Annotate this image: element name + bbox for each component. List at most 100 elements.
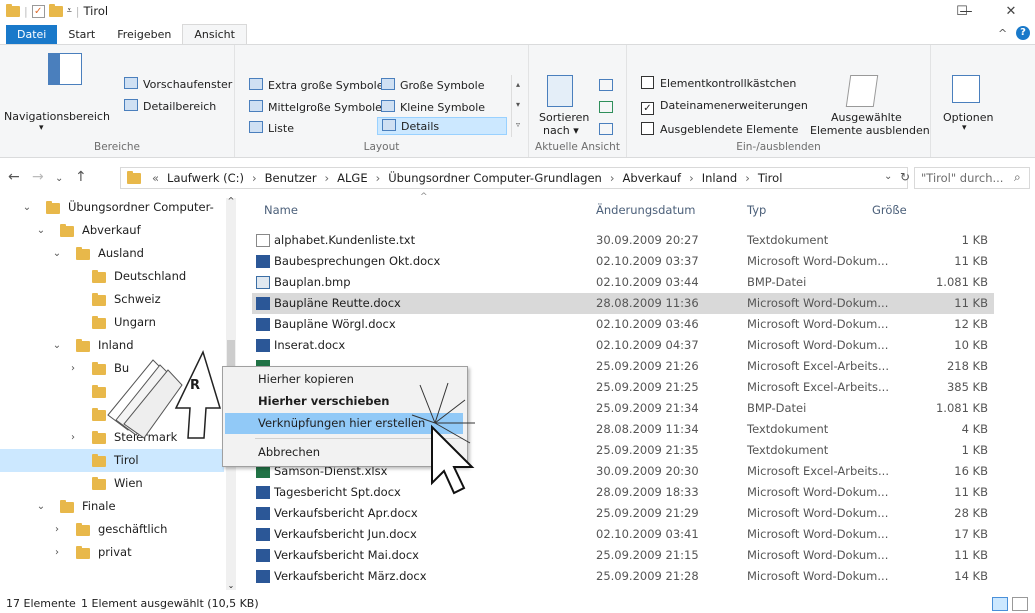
file-row[interactable]: Verkaufsbericht Apr.docx 25.09.2009 21:29… bbox=[252, 503, 994, 524]
file-date: 02.10.2009 03:46 bbox=[596, 317, 699, 331]
breadcrumb-item[interactable]: Abverkauf bbox=[622, 171, 681, 185]
nav-item[interactable]: Wien bbox=[0, 472, 224, 495]
expand-chevron-icon[interactable]: › bbox=[68, 357, 78, 380]
expand-chevron-icon[interactable]: ⌄ bbox=[22, 196, 32, 219]
expand-chevron-icon[interactable]: ⌄ bbox=[52, 242, 62, 265]
file-row[interactable]: Verkaufsbericht Mai.docx 25.09.2009 21:15… bbox=[252, 545, 994, 566]
expand-chevron-icon[interactable]: › bbox=[52, 541, 62, 564]
hide-selected-icon bbox=[845, 75, 879, 107]
breadcrumb-item[interactable]: Laufwerk (C:) bbox=[167, 171, 244, 185]
tab-start[interactable]: Start bbox=[57, 25, 106, 44]
breadcrumb-item[interactable]: ALGE bbox=[337, 171, 367, 185]
expand-chevron-icon[interactable]: ⌄ bbox=[52, 334, 62, 357]
file-name: Verkaufsbericht Apr.docx bbox=[274, 506, 418, 520]
back-button[interactable]: ← bbox=[8, 169, 20, 185]
nav-item[interactable]: › privat bbox=[0, 541, 224, 564]
close-button[interactable]: ✕ bbox=[996, 4, 1026, 19]
expand-chevron-icon[interactable]: › bbox=[52, 518, 62, 541]
nav-item[interactable]: Schweiz bbox=[0, 288, 224, 311]
nav-item[interactable]: › geschäftlich bbox=[0, 518, 224, 541]
folder-icon bbox=[92, 270, 106, 283]
tab-freigeben[interactable]: Freigeben bbox=[106, 25, 182, 44]
breadcrumb-separator-icon[interactable]: › bbox=[376, 171, 381, 185]
file-row[interactable]: Bauplan.bmp 02.10.2009 03:44 BMP-Datei 1.08… bbox=[252, 272, 994, 293]
hide-selected-button[interactable]: Ausgewählte bbox=[831, 111, 902, 124]
collapse-ribbon-icon[interactable]: ^ bbox=[998, 27, 1007, 40]
file-row[interactable]: Inserat.docx 02.10.2009 04:37 Microsoft Wo… bbox=[252, 335, 994, 356]
breadcrumb-separator-icon[interactable]: › bbox=[325, 171, 330, 185]
breadcrumb-item[interactable]: Tirol bbox=[758, 171, 783, 185]
layout-details[interactable]: Details bbox=[377, 117, 507, 135]
folder-icon bbox=[60, 500, 74, 513]
expand-chevron-icon[interactable]: ⌄ bbox=[36, 495, 46, 518]
maximize-button[interactable]: ☐ bbox=[942, 4, 982, 19]
help-icon[interactable]: ? bbox=[1016, 26, 1030, 40]
expand-chevron-icon[interactable]: ⌄ bbox=[36, 219, 46, 242]
up-button[interactable]: ↑ bbox=[75, 169, 87, 185]
column-header-name[interactable]: Name bbox=[264, 203, 298, 217]
size-columns-icon[interactable] bbox=[599, 123, 613, 135]
nav-item[interactable]: ⌄ Ausland bbox=[0, 242, 224, 265]
tab-ansicht[interactable]: Ansicht bbox=[182, 24, 247, 44]
large-icons-view-icon[interactable] bbox=[1012, 597, 1028, 611]
column-header-size[interactable]: Größe bbox=[872, 203, 907, 217]
address-dropdown-icon[interactable]: ⌄ bbox=[884, 171, 892, 182]
file-extensions-toggle[interactable]: ✓ Dateinamenerweiterungen bbox=[641, 99, 808, 115]
breadcrumb-separator-icon[interactable]: › bbox=[689, 171, 694, 185]
layout-list[interactable]: Liste bbox=[249, 121, 294, 135]
folder-icon bbox=[76, 523, 90, 536]
refresh-icon[interactable]: ↻ bbox=[900, 170, 910, 184]
expand-chevron-icon[interactable]: › bbox=[68, 426, 78, 449]
item-checkboxes-toggle[interactable]: Elementkontrollkästchen bbox=[641, 76, 796, 90]
file-row[interactable]: Baupläne Reutte.docx 28.08.2009 11:36 Micr… bbox=[252, 293, 994, 314]
column-header-type[interactable]: Typ bbox=[747, 203, 766, 217]
column-header-date[interactable]: Änderungsdatum bbox=[596, 203, 695, 217]
details-view-icon[interactable] bbox=[992, 597, 1008, 611]
breadcrumb-separator-icon[interactable]: › bbox=[252, 171, 257, 185]
breadcrumb-separator-icon[interactable]: › bbox=[745, 171, 750, 185]
hidden-items-toggle[interactable]: Ausgeblendete Elemente bbox=[641, 122, 798, 136]
file-row[interactable]: Tagesbericht Spt.docx 28.09.2009 18:33 Mic… bbox=[252, 482, 994, 503]
layout-medium-icons[interactable]: Mittelgroße Symbole bbox=[249, 100, 382, 114]
properties-check-icon[interactable]: ✓ bbox=[31, 4, 45, 18]
layout-small-icons[interactable]: Kleine Symbole bbox=[381, 100, 485, 114]
new-folder-icon[interactable] bbox=[48, 3, 63, 17]
customize-quick-access-icon[interactable]: ⩡ bbox=[67, 6, 72, 16]
nav-item[interactable]: ⌄ Abverkauf bbox=[0, 219, 224, 242]
layout-large-icons[interactable]: Große Symbole bbox=[381, 78, 484, 92]
layout-extra-large-icons[interactable]: Extra große Symbole bbox=[249, 78, 383, 92]
search-icon[interactable]: ⌕ bbox=[1014, 170, 1021, 185]
nav-item[interactable]: Tirol bbox=[0, 449, 224, 472]
breadcrumb-item[interactable]: Benutzer bbox=[265, 171, 317, 185]
breadcrumb-item[interactable]: Inland bbox=[702, 171, 738, 185]
options-button[interactable]: Optionen bbox=[943, 111, 993, 124]
text-file-icon bbox=[256, 234, 270, 247]
sort-button[interactable]: Sortieren bbox=[539, 111, 589, 124]
details-pane-button[interactable]: Detailbereich bbox=[124, 99, 216, 113]
nav-item[interactable]: Ungarn bbox=[0, 311, 224, 334]
search-input[interactable]: "Tirol" durch... bbox=[914, 167, 1030, 189]
nav-item[interactable]: Deutschland bbox=[0, 265, 224, 288]
nav-item[interactable]: ⌄ Übungsordner Computer- bbox=[0, 196, 224, 219]
group-by-icon[interactable] bbox=[599, 79, 613, 91]
address-bar[interactable]: « Laufwerk (C:) › Benutzer › ALGE › Übungsordne… bbox=[120, 167, 908, 189]
file-row[interactable]: Baupläne Wörgl.docx 02.10.2009 03:46 Micro… bbox=[252, 314, 994, 335]
file-size: 12 KB bbox=[954, 317, 988, 331]
navigation-pane-button[interactable]: Navigationsbereich bbox=[4, 110, 110, 123]
file-row[interactable]: Baubesprechungen Okt.docx 02.10.2009 03:3… bbox=[252, 251, 994, 272]
nav-item[interactable]: ⌄ Finale bbox=[0, 495, 224, 518]
recent-locations-icon[interactable]: ⌄ bbox=[55, 173, 63, 184]
add-columns-icon[interactable] bbox=[599, 101, 613, 113]
breadcrumb-separator-icon[interactable]: › bbox=[610, 171, 615, 185]
forward-button[interactable]: → bbox=[32, 169, 44, 185]
file-row[interactable]: Verkaufsbericht Jun.docx 02.10.2009 03:41… bbox=[252, 524, 994, 545]
preview-pane-button[interactable]: Vorschaufenster bbox=[124, 77, 232, 91]
file-date: 02.10.2009 04:37 bbox=[596, 338, 699, 352]
file-row[interactable]: alphabet.Kundenliste.txt 30.09.2009 20:27… bbox=[252, 230, 994, 251]
file-row[interactable]: Verkaufsbericht März.docx 25.09.2009 21:2… bbox=[252, 566, 994, 587]
breadcrumb-separator-icon[interactable]: « bbox=[152, 171, 159, 185]
file-date: 02.10.2009 03:37 bbox=[596, 254, 699, 268]
tab-datei[interactable]: Datei bbox=[6, 25, 58, 44]
breadcrumb-item[interactable]: Übungsordner Computer-Grundlagen bbox=[388, 171, 602, 185]
layout-scroll-icon[interactable]: ▴ ▾ ▿ bbox=[511, 75, 524, 137]
